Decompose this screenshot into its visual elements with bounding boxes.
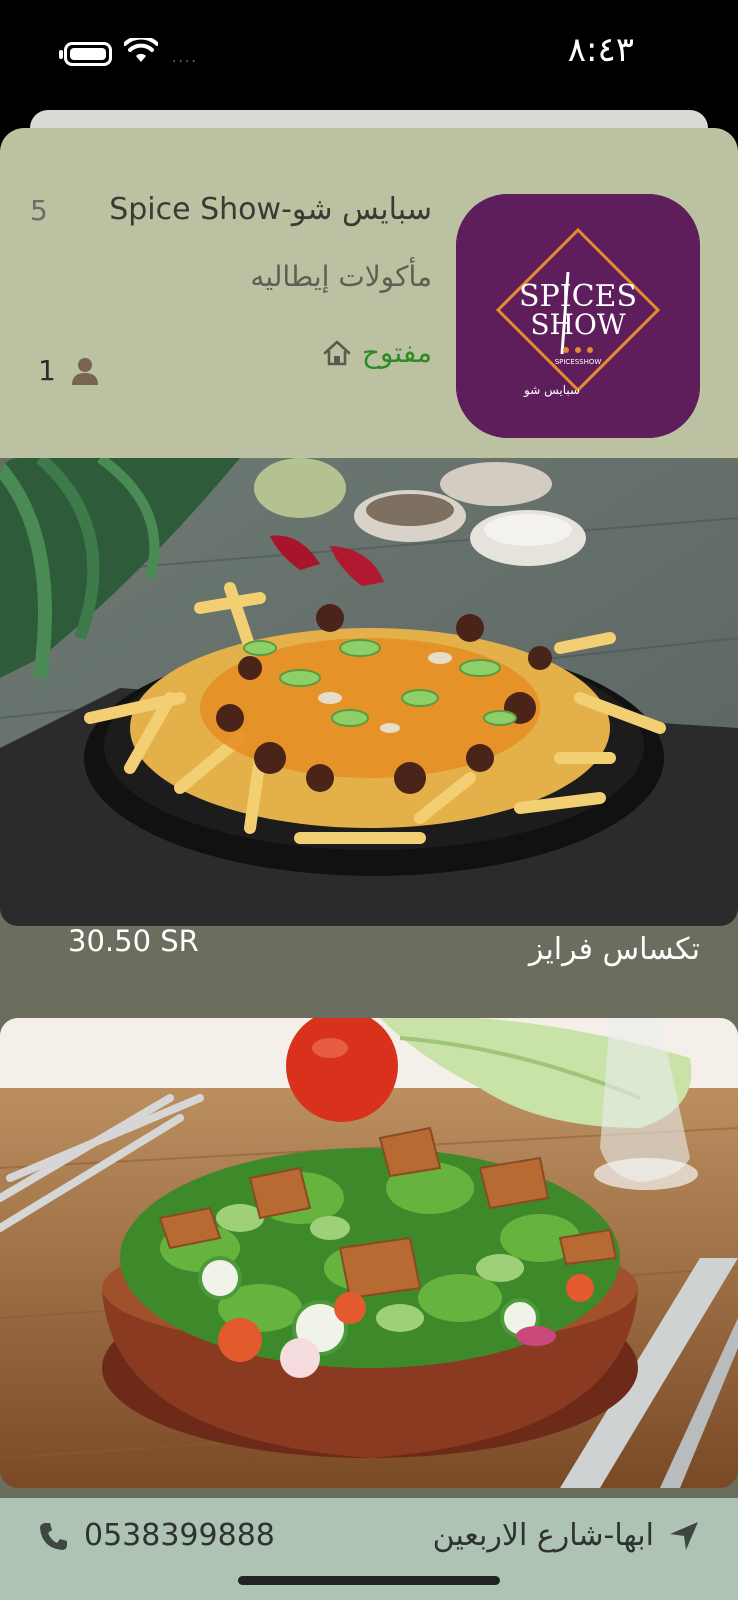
navigation-arrow-icon: [670, 1521, 698, 1550]
spices-show-logo: SPICES SHOW SPICESSHOW سبايس شو: [456, 194, 700, 438]
food-image-salad[interactable]: [0, 1018, 738, 1488]
signal-dots: ....: [172, 50, 198, 66]
restaurant-header[interactable]: 5 سبايس شو-Spice Show مأكولات إيطاليه مف…: [0, 128, 738, 458]
logo-arabic-text: سبايس شو: [523, 383, 580, 398]
followers-value: 1: [38, 354, 56, 387]
open-status: مفتوح: [322, 336, 432, 369]
item-price: 30.50 SR: [68, 924, 199, 958]
status-bar: .... ٨:٤٣: [0, 0, 738, 110]
home-indicator: [238, 1576, 500, 1585]
followers-count: 1: [38, 354, 100, 387]
restaurant-logo: SPICES SHOW SPICESSHOW سبايس شو: [456, 194, 700, 438]
rating-value: 5: [30, 194, 48, 227]
menu-list: 30.50 SR تكساس فرايز: [0, 458, 738, 1498]
address-link[interactable]: ابها-شارع الاربعين: [433, 1518, 700, 1553]
phone-number: 0538399888: [84, 1518, 275, 1553]
open-status-label: مفتوح: [361, 336, 432, 369]
wifi-icon: [124, 38, 158, 62]
cheese-fries-photo: [0, 458, 738, 926]
restaurant-cuisine: مأكولات إيطاليه: [250, 260, 432, 293]
person-icon: [71, 357, 98, 385]
address-text: ابها-شارع الاربعين: [432, 1518, 654, 1553]
battery-icon: [64, 42, 112, 66]
phone-icon: [40, 1522, 67, 1550]
status-time: ٨:٤٣: [567, 30, 634, 70]
food-image-texas-fries[interactable]: [0, 458, 738, 926]
restaurant-name: سبايس شو-Spice Show: [109, 192, 432, 227]
phone-link[interactable]: 0538399888: [38, 1518, 275, 1553]
battery-nub: [59, 50, 63, 59]
logo-subtext: SPICESSHOW: [555, 358, 602, 366]
item-name[interactable]: تكساس فرايز: [529, 932, 700, 967]
fattoush-salad-photo: [0, 1018, 738, 1488]
home-icon: [323, 340, 351, 365]
logo-text-show: SHOW: [530, 308, 626, 341]
